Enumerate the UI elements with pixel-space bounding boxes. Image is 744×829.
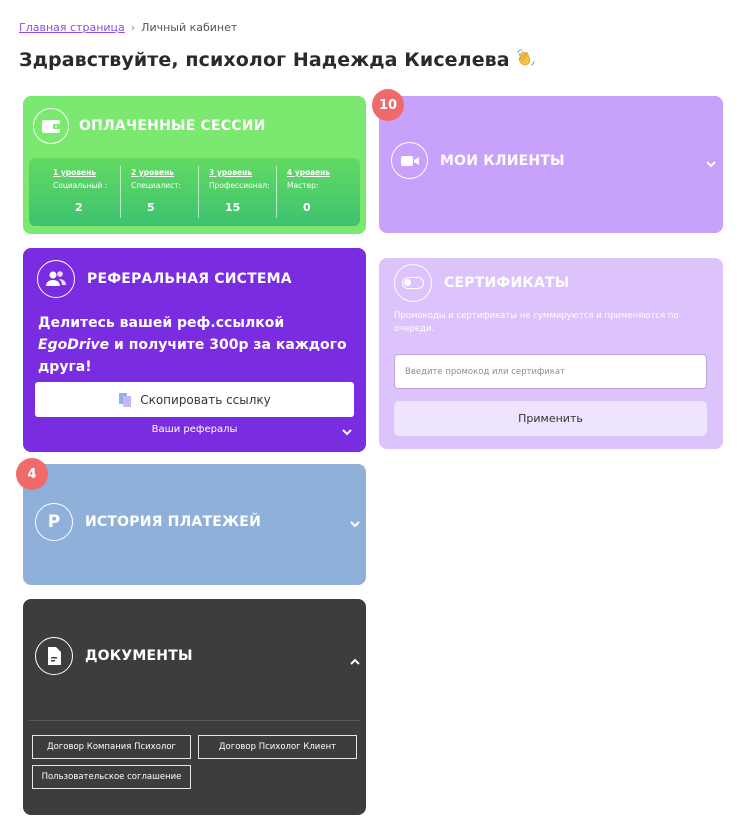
chevron-up-icon[interactable] [349, 656, 361, 668]
level-value: 0 [303, 201, 311, 214]
my-clients-header: МОИ КЛИЕНТЫ [391, 142, 565, 179]
apply-label: Применить [518, 412, 583, 425]
certificates-title: СЕРТИФИКАТЫ [444, 275, 570, 291]
toggle-icon [394, 264, 432, 302]
waving-hand-icon [516, 49, 535, 66]
clients-count-badge: 10 [372, 89, 404, 121]
level-name: Социальный : [53, 181, 108, 190]
breadcrumb-current: Личный кабинет [141, 21, 238, 34]
video-camera-icon [391, 142, 428, 179]
level-item: 1 уровень Социальный : 2 [35, 166, 120, 218]
breadcrumb-home-link[interactable]: Главная страница [19, 21, 125, 34]
payments-history-title: ИСТОРИЯ ПЛАТЕЖЕЙ [85, 514, 261, 530]
copy-icon [119, 392, 132, 407]
document-link[interactable]: Договор Компания Психолог [32, 735, 191, 759]
paid-sessions-header: ОПЛАЧЕННЫЕ СЕССИИ [33, 108, 266, 144]
level-value: 2 [75, 201, 83, 214]
breadcrumb: Главная страница › Личный кабинет [19, 21, 237, 34]
paid-sessions-card: ОПЛАЧЕННЫЕ СЕССИИ 1 уровень Социальный :… [23, 96, 366, 234]
referral-header: РЕФЕРАЛЬНАЯ СИСТЕМА [37, 260, 292, 298]
ruble-icon: P [35, 503, 73, 541]
level-name: Профессионал: [209, 181, 270, 190]
referrals-label: Ваши рефералы [151, 424, 238, 435]
users-icon [37, 260, 75, 298]
documents-card: ДОКУМЕНТЫ Договор Компания Психолог Дого… [23, 599, 366, 815]
my-clients-card[interactable]: МОИ КЛИЕНТЫ [379, 96, 723, 233]
chevron-down-icon[interactable] [705, 158, 717, 170]
document-link[interactable]: Пользовательское соглашение [32, 765, 191, 789]
document-link[interactable]: Договор Психолог Клиент [198, 735, 357, 759]
referrals-toggle[interactable]: Ваши рефералы [23, 424, 366, 435]
copy-link-button[interactable]: Скопировать ссылку [35, 382, 354, 417]
page-title: Здравствуйте, психолог Надежда Киселева [19, 47, 536, 71]
documents-title: ДОКУМЕНТЫ [85, 648, 193, 664]
level-item: 2 уровень Специалист: 5 [120, 166, 198, 218]
promo-code-input[interactable] [394, 354, 707, 389]
level-item: 3 уровень Профессионал: 15 [198, 166, 276, 218]
referral-title: РЕФЕРАЛЬНАЯ СИСТЕМА [87, 271, 292, 287]
level-value: 5 [147, 201, 155, 214]
level-number: 2 уровень [131, 168, 174, 177]
certificates-header: СЕРТИФИКАТЫ [394, 264, 570, 302]
level-name: Мастер: [287, 181, 319, 190]
copy-link-label: Скопировать ссылку [140, 392, 271, 407]
my-clients-title: МОИ КЛИЕНТЫ [440, 152, 565, 169]
certificates-note: Промокоды и сертификаты не суммируются и… [394, 311, 679, 334]
document-icon [35, 637, 73, 675]
documents-header[interactable]: ДОКУМЕНТЫ [35, 637, 193, 675]
payments-history-card[interactable]: P ИСТОРИЯ ПЛАТЕЖЕЙ [23, 464, 366, 585]
chevron-down-icon[interactable] [349, 518, 361, 530]
breadcrumb-separator: › [130, 21, 136, 34]
certificates-card: СЕРТИФИКАТЫ Промокоды и сертификаты не с… [379, 258, 723, 449]
level-number: 4 уровень [287, 168, 330, 177]
brand-name: EgoDrive [38, 337, 110, 353]
document-label: Договор Компания Психолог [46, 742, 177, 752]
ruble-letter: P [47, 512, 61, 532]
documents-divider [29, 720, 360, 721]
greeting-text: Здравствуйте, психолог Надежда Киселева [19, 49, 510, 71]
wallet-icon [33, 108, 69, 144]
referral-text-before: Делитесь вашей реф.ссылкой [38, 315, 285, 331]
level-name: Специалист: [131, 181, 182, 190]
session-levels: 1 уровень Социальный : 2 2 уровень Специ… [29, 158, 360, 226]
level-value: 15 [225, 201, 241, 214]
level-item: 4 уровень Мастер: 0 [276, 166, 354, 218]
document-label: Пользовательское соглашение [41, 772, 182, 782]
payments-history-header: P ИСТОРИЯ ПЛАТЕЖЕЙ [35, 503, 261, 541]
level-number: 3 уровень [209, 168, 252, 177]
referral-description: Делитесь вашей реф.ссылкой EgoDrive и по… [38, 312, 358, 378]
payments-count-badge: 4 [16, 458, 48, 490]
level-number: 1 уровень [53, 168, 96, 177]
chevron-down-icon[interactable] [341, 426, 353, 438]
referral-card: РЕФЕРАЛЬНАЯ СИСТЕМА Делитесь вашей реф.с… [23, 248, 366, 452]
document-label: Договор Психолог Клиент [218, 742, 337, 752]
apply-button[interactable]: Применить [394, 401, 707, 436]
paid-sessions-title: ОПЛАЧЕННЫЕ СЕССИИ [79, 118, 266, 134]
